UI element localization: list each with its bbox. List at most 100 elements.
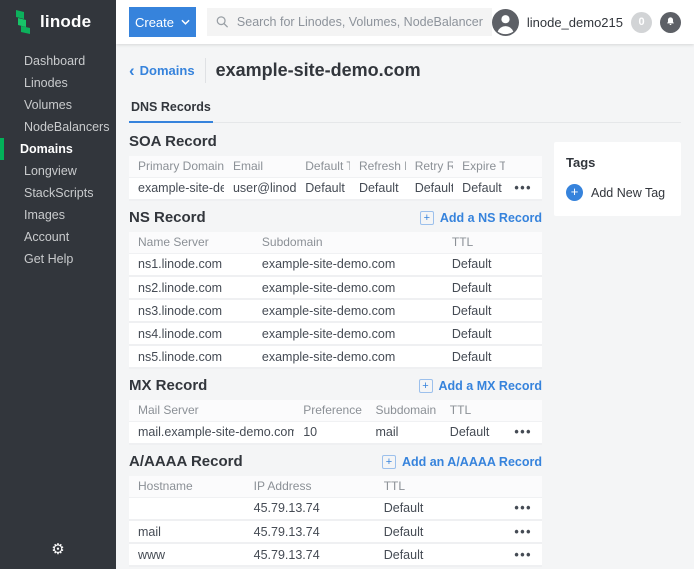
row-actions-menu-button[interactable]: •••: [497, 497, 542, 520]
plus-icon: +: [420, 211, 434, 225]
column-header-actions: [497, 476, 542, 497]
table-cell: Default: [296, 177, 350, 200]
column-header: Hostname: [129, 476, 245, 497]
tab-dns-records[interactable]: DNS Records: [129, 100, 213, 123]
mx-section-title: MX Record: [129, 377, 207, 394]
column-header: Subdomain: [253, 232, 443, 253]
side-column: Tags + Add New Tag: [554, 133, 681, 216]
column-header: Retry Rate: [406, 156, 453, 177]
add-mx-record-label: Add a MX Record: [439, 379, 543, 393]
table-cell: Default: [443, 299, 542, 322]
table-cell: Default: [443, 276, 542, 299]
sidebar-item-images[interactable]: Images: [0, 204, 116, 226]
column-header: Preference: [294, 400, 366, 421]
page-title: example-site-demo.com: [216, 60, 421, 81]
search-box[interactable]: [207, 8, 492, 36]
sidebar-item-volumes[interactable]: Volumes: [0, 94, 116, 116]
row-actions-menu-button[interactable]: •••: [501, 421, 542, 444]
main-content: ‹ Domains example-site-demo.com DNS Reco…: [116, 44, 694, 569]
column-header: Name Server: [129, 232, 253, 253]
column-header: Expire Time: [453, 156, 505, 177]
table-cell: 45.79.13.74: [245, 497, 375, 520]
row-actions-menu-button[interactable]: •••: [497, 520, 542, 543]
add-a-record-button[interactable]: + Add an A/AAAA Record: [382, 455, 542, 469]
linode-logo[interactable]: linode: [0, 0, 116, 44]
table-cell: ns5.linode.com: [129, 345, 253, 368]
sidebar-nav: DashboardLinodesVolumesNodeBalancersDoma…: [0, 50, 116, 270]
table-cell: Default: [443, 253, 542, 276]
soa-section-title: SOA Record: [129, 133, 217, 150]
breadcrumb-divider: [205, 58, 206, 83]
row-actions-menu-button[interactable]: •••: [497, 543, 542, 566]
sidebar-item-domains[interactable]: Domains: [0, 138, 116, 160]
table-cell: Default: [375, 520, 497, 543]
table-cell: Default: [443, 322, 542, 345]
user-avatar[interactable]: [492, 9, 519, 36]
sidebar-item-longview[interactable]: Longview: [0, 160, 116, 182]
a-section-header: A/AAAA Record + Add an A/AAAA Record: [129, 453, 542, 470]
table-cell: ns4.linode.com: [129, 322, 253, 345]
sidebar-item-linodes[interactable]: Linodes: [0, 72, 116, 94]
row-actions-menu-button[interactable]: •••: [505, 177, 542, 200]
sidebar-item-nodebalancers[interactable]: NodeBalancers: [0, 116, 116, 138]
table-cell: example-site-demo.com: [253, 345, 443, 368]
a-section-title: A/AAAA Record: [129, 453, 243, 470]
sidebar-item-stackscripts[interactable]: StackScripts: [0, 182, 116, 204]
soa-table-row: example-site-demo.comuser@linode.comDefa…: [129, 177, 542, 200]
table-cell: www: [129, 543, 245, 566]
a-table-row: www45.79.13.74Default•••: [129, 543, 542, 566]
create-button-label: Create: [135, 15, 174, 30]
breadcrumb-back-label: Domains: [140, 63, 195, 78]
table-cell: Default: [441, 421, 501, 444]
add-ns-record-button[interactable]: + Add a NS Record: [420, 211, 542, 225]
ns-table-row: ns1.linode.comexample-site-demo.comDefau…: [129, 253, 542, 276]
table-cell: Default: [350, 177, 406, 200]
soa-header-row: Primary DomainEmailDefault TTLRefresh Ra…: [129, 156, 542, 177]
gear-icon[interactable]: ⚙: [51, 541, 64, 558]
mx-header-row: Mail ServerPreferenceSubdomainTTL: [129, 400, 542, 421]
sidebar: linode DashboardLinodesVolumesNodeBalanc…: [0, 0, 116, 569]
column-header-actions: [505, 156, 542, 177]
column-header: Refresh Rate: [350, 156, 406, 177]
table-cell: Default: [453, 177, 505, 200]
ns-table-row: ns4.linode.comexample-site-demo.comDefau…: [129, 322, 542, 345]
column-header: IP Address: [245, 476, 375, 497]
table-cell: [129, 497, 245, 520]
top-bar: Create linode_demo215 0: [116, 0, 694, 44]
user-area: linode_demo215 0: [492, 9, 681, 36]
plus-icon: +: [419, 379, 433, 393]
sidebar-item-dashboard[interactable]: Dashboard: [0, 50, 116, 72]
table-cell: ns3.linode.com: [129, 299, 253, 322]
mx-table-row: mail.example-site-demo.com10mailDefault•…: [129, 421, 542, 444]
table-cell: ns1.linode.com: [129, 253, 253, 276]
add-ns-record-label: Add a NS Record: [440, 211, 542, 225]
ns-table-row: ns2.linode.comexample-site-demo.comDefau…: [129, 276, 542, 299]
create-button[interactable]: Create: [129, 7, 196, 37]
sidebar-footer: ⚙: [0, 540, 116, 559]
add-a-record-label: Add an A/AAAA Record: [402, 455, 542, 469]
brand-name: linode: [40, 12, 91, 32]
a-table-row: mail45.79.13.74Default•••: [129, 520, 542, 543]
table-cell: Default: [375, 497, 497, 520]
notifications-button[interactable]: [660, 12, 681, 33]
column-header: TTL: [375, 476, 497, 497]
column-header: Primary Domain: [129, 156, 224, 177]
back-chevron-icon: ‹: [129, 64, 135, 77]
a-record-table: HostnameIP AddressTTL45.79.13.74Default•…: [129, 476, 542, 567]
column-header: TTL: [443, 232, 542, 253]
content-grid: SOA Record Primary DomainEmailDefault TT…: [129, 133, 681, 567]
table-cell: mail: [366, 421, 440, 444]
table-cell: example-site-demo.com: [253, 299, 443, 322]
search-input[interactable]: [237, 15, 483, 29]
breadcrumb-back-link[interactable]: ‹ Domains: [129, 63, 195, 78]
table-cell: example-site-demo.com: [253, 253, 443, 276]
sidebar-item-account[interactable]: Account: [0, 226, 116, 248]
add-new-tag-button[interactable]: + Add New Tag: [566, 184, 669, 201]
username[interactable]: linode_demo215: [527, 15, 623, 30]
add-mx-record-button[interactable]: + Add a MX Record: [419, 379, 543, 393]
sidebar-item-get-help[interactable]: Get Help: [0, 248, 116, 270]
notification-count-badge[interactable]: 0: [631, 12, 652, 33]
plus-icon: +: [382, 455, 396, 469]
tags-panel: Tags + Add New Tag: [554, 142, 681, 216]
table-cell: ns2.linode.com: [129, 276, 253, 299]
